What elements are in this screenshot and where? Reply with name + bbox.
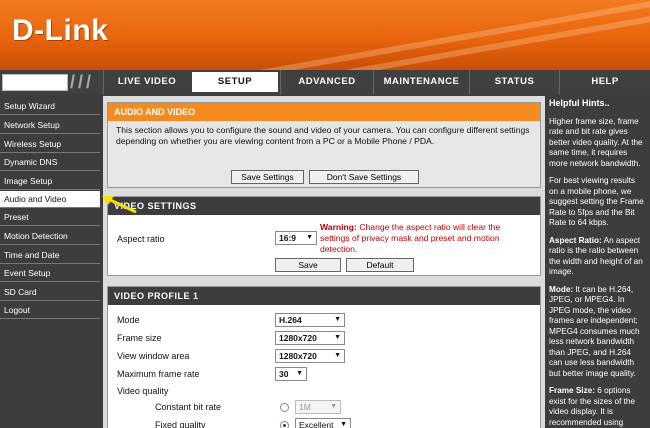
hint-mode-title: Mode: bbox=[549, 284, 574, 294]
chevron-down-icon: ▼ bbox=[306, 234, 313, 241]
dlink-logo: D-Link bbox=[12, 14, 109, 47]
chevron-down-icon: ▼ bbox=[296, 370, 303, 377]
chevron-down-icon: ▼ bbox=[334, 334, 341, 341]
video-profile-panel: VIDEO PROFILE 1 Mode H.264 ▼ Frame size … bbox=[107, 286, 541, 428]
aspect-ratio-value: 16:9 bbox=[279, 233, 297, 243]
hint-frame-title: Frame Size: bbox=[549, 386, 595, 395]
nav-left-area: / / / bbox=[0, 70, 103, 94]
video-profile-title: VIDEO PROFILE 1 bbox=[108, 287, 540, 305]
fixed-quality-label: Fixed quality bbox=[155, 420, 206, 428]
aspect-ratio-warning: Warning: Change the aspect ratio will cl… bbox=[320, 222, 530, 255]
frame-size-value: 1280x720 bbox=[279, 333, 317, 343]
sidebar-item-dynamic-dns[interactable]: Dynamic DNS bbox=[0, 154, 100, 171]
max-frame-rate-select[interactable]: 30 ▼ bbox=[275, 367, 307, 381]
dont-save-settings-button[interactable]: Don't Save Settings bbox=[309, 170, 419, 184]
tab-advanced[interactable]: ADVANCED bbox=[280, 70, 373, 94]
chevron-down-icon: ▼ bbox=[330, 403, 337, 410]
warning-label: Warning: bbox=[320, 222, 357, 232]
sidebar-item-sd-card[interactable]: SD Card bbox=[0, 284, 100, 301]
chevron-down-icon: ▼ bbox=[334, 352, 341, 359]
top-nav: / / / LIVE VIDEO SETUP ADVANCED MAINTENA… bbox=[0, 70, 650, 94]
hint-aspect-title: Aspect Ratio: bbox=[549, 235, 602, 245]
tab-status[interactable]: STATUS bbox=[469, 70, 559, 94]
sidebar-item-image-setup[interactable]: Image Setup bbox=[0, 173, 100, 190]
sidebar-item-wireless-setup[interactable]: Wireless Setup bbox=[0, 136, 100, 153]
sidebar-item-time-and-date[interactable]: Time and Date bbox=[0, 247, 100, 264]
chevron-down-icon: ▼ bbox=[334, 316, 341, 323]
hint-paragraph: For best viewing results on a mobile pho… bbox=[549, 176, 644, 227]
constant-bit-rate-label: Constant bit rate bbox=[155, 402, 222, 412]
audio-video-title: AUDIO AND VIDEO bbox=[108, 103, 540, 121]
tab-live-video[interactable]: LIVE VIDEO bbox=[103, 70, 190, 94]
video-quality-label: Video quality bbox=[117, 386, 169, 396]
aspect-ratio-select[interactable]: 16:9 ▼ bbox=[275, 231, 317, 245]
sidebar-item-setup-wizard[interactable]: Setup Wizard bbox=[0, 98, 100, 115]
slash-icon: / bbox=[78, 72, 84, 92]
sidebar-item-event-setup[interactable]: Event Setup bbox=[0, 265, 100, 282]
slash-icon: / bbox=[70, 72, 76, 92]
helpful-hints-panel: Helpful Hints.. Higher frame size, frame… bbox=[545, 96, 650, 428]
video-settings-title: VIDEO SETTINGS bbox=[108, 197, 540, 215]
slash-icon: / bbox=[86, 72, 92, 92]
audio-video-description: This section allows you to configure the… bbox=[116, 125, 530, 146]
hint-frame-size: Frame Size: 6 options exist for the size… bbox=[549, 386, 646, 428]
mode-select[interactable]: H.264 ▼ bbox=[275, 313, 345, 327]
sidebar-item-motion-detection[interactable]: Motion Detection bbox=[0, 228, 100, 245]
mode-value: H.264 bbox=[279, 315, 302, 325]
constant-bit-rate-select[interactable]: 1M ▼ bbox=[295, 400, 341, 414]
aspect-ratio-label: Aspect ratio bbox=[117, 234, 165, 244]
video-settings-panel: VIDEO SETTINGS Aspect ratio 16:9 ▼ Warni… bbox=[107, 196, 541, 276]
tab-help[interactable]: HELP bbox=[559, 70, 650, 94]
sidebar-item-preset[interactable]: Preset bbox=[0, 209, 100, 226]
view-window-value: 1280x720 bbox=[279, 351, 317, 361]
max-frame-rate-value: 30 bbox=[279, 369, 289, 379]
hint-aspect-ratio: Aspect Ratio: An aspect ratio is the rat… bbox=[549, 236, 646, 278]
constant-bit-rate-value: 1M bbox=[299, 402, 311, 412]
main-content: AUDIO AND VIDEO This section allows you … bbox=[103, 96, 545, 428]
sidebar-item-network-setup[interactable]: Network Setup bbox=[0, 117, 100, 134]
frame-size-label: Frame size bbox=[117, 333, 162, 343]
fixed-quality-value: Excellent bbox=[299, 420, 334, 428]
video-settings-save-button[interactable]: Save bbox=[275, 258, 341, 272]
chevron-down-icon: ▼ bbox=[340, 421, 347, 428]
mode-label: Mode bbox=[117, 315, 140, 325]
sidebar: Setup Wizard Network Setup Wireless Setu… bbox=[0, 96, 100, 428]
sidebar-item-logout[interactable]: Logout bbox=[0, 302, 100, 319]
fixed-quality-select[interactable]: Excellent ▼ bbox=[295, 418, 351, 428]
pointer-arrow-icon bbox=[102, 196, 137, 214]
audio-video-panel: AUDIO AND VIDEO This section allows you … bbox=[107, 102, 541, 188]
header-banner: D-Link bbox=[0, 0, 650, 70]
hint-mode-text: It can be H.264, JPEG, or MPEG4. In JPEG… bbox=[549, 284, 640, 378]
view-window-label: View window area bbox=[117, 351, 190, 361]
tab-maintenance[interactable]: MAINTENANCE bbox=[373, 70, 469, 94]
video-settings-default-button[interactable]: Default bbox=[346, 258, 414, 272]
model-box bbox=[2, 74, 68, 91]
max-frame-rate-label: Maximum frame rate bbox=[117, 369, 200, 379]
hint-mode: Mode: It can be H.264, JPEG, or MPEG4. I… bbox=[549, 285, 646, 380]
view-window-select[interactable]: 1280x720 ▼ bbox=[275, 349, 345, 363]
tab-setup[interactable]: SETUP bbox=[190, 70, 280, 94]
hints-title: Helpful Hints.. bbox=[549, 98, 610, 108]
hint-paragraph: Higher frame size, frame rate and bit ra… bbox=[549, 116, 643, 168]
sidebar-item-audio-and-video[interactable]: Audio and Video bbox=[0, 191, 100, 208]
constant-bit-rate-radio[interactable] bbox=[280, 403, 289, 412]
save-settings-button[interactable]: Save Settings bbox=[231, 170, 304, 184]
fixed-quality-radio[interactable] bbox=[280, 421, 289, 428]
frame-size-select[interactable]: 1280x720 ▼ bbox=[275, 331, 345, 345]
